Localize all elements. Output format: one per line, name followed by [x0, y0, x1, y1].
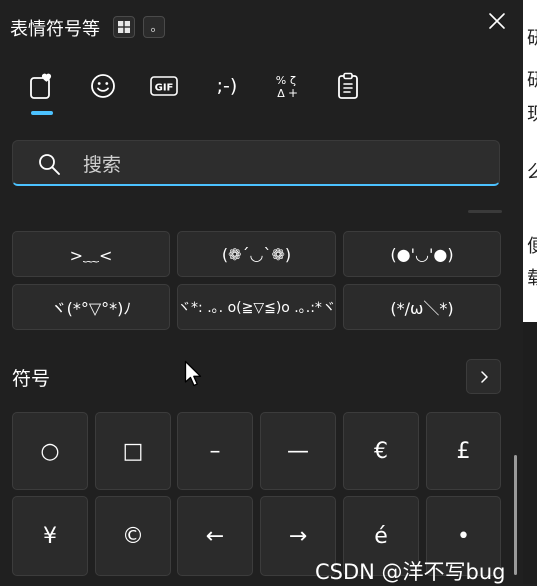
smiley-icon: [91, 74, 115, 98]
svg-text:GIF: GIF: [155, 83, 174, 94]
kaomoji-item[interactable]: (*/ω＼*): [343, 284, 501, 330]
tab-emoji[interactable]: [85, 70, 121, 102]
background-text: 研: [527, 28, 537, 49]
kaomoji-item[interactable]: >﹏<: [12, 231, 170, 277]
background-text: 便: [527, 236, 537, 257]
panel-title: 表情符号等: [10, 19, 100, 40]
background-text: 么: [527, 162, 537, 183]
heart-clipboard-icon: [30, 73, 52, 99]
period-key-hint: 。: [143, 16, 165, 38]
period-key-label: 。: [150, 20, 164, 35]
tab-favorites[interactable]: [24, 70, 60, 102]
tab-gif[interactable]: GIF: [146, 70, 182, 102]
active-tab-indicator: [31, 111, 53, 115]
symbol-item[interactable]: □: [95, 412, 171, 490]
symbol-item[interactable]: ←: [177, 496, 253, 576]
category-tabs: GIF ;-) % ζ Δ +: [0, 70, 523, 120]
symbol-item[interactable]: ○: [12, 412, 88, 490]
kaomoji-item[interactable]: (❁´◡`❁): [177, 231, 336, 277]
scrollbar-thumb[interactable]: [514, 455, 517, 575]
gif-icon: GIF: [150, 76, 178, 96]
emoji-panel: 表情符号等 。 GIF ;-) % ζ Δ + 搜索 >﹏< (❁´◡`❁) (…: [0, 0, 523, 584]
kaomoji-item[interactable]: (●'◡'●): [343, 231, 501, 277]
symbols-section-title: 符号: [12, 368, 51, 390]
background-text: 研: [527, 70, 537, 91]
close-icon: [489, 13, 505, 29]
kaomoji-item[interactable]: ヾ(*°▽°*)ﾉ: [12, 284, 170, 330]
background-text: 载: [527, 268, 537, 289]
symbol-item[interactable]: —: [260, 412, 336, 490]
clipboard-icon: [338, 72, 358, 99]
windows-logo-icon: [118, 21, 130, 33]
close-button[interactable]: [484, 8, 510, 34]
symbol-item[interactable]: ¥: [12, 496, 88, 576]
svg-text:%: %: [276, 74, 286, 87]
mouse-cursor-icon: [184, 360, 202, 387]
symbol-item[interactable]: –: [177, 412, 253, 490]
symbol-item[interactable]: ©: [95, 496, 171, 576]
symbol-item[interactable]: €: [343, 412, 419, 490]
search-input[interactable]: [81, 151, 485, 179]
background-code-area: [523, 322, 537, 584]
background-text: 现: [527, 104, 537, 125]
chevron-right-icon: [480, 370, 488, 383]
search-box[interactable]: [12, 140, 500, 186]
symbols-icon: % ζ Δ +: [276, 74, 298, 99]
kaomoji-item[interactable]: ヾ*: .｡. o(≧▽≦)o .｡.:*ヾ: [177, 284, 336, 330]
content-scroll-hint: [468, 210, 502, 213]
search-icon: [39, 154, 60, 175]
tab-clipboard[interactable]: [330, 70, 366, 102]
symbol-item[interactable]: £: [426, 412, 501, 490]
kaomoji-icon: ;-): [216, 75, 238, 97]
tab-symbols[interactable]: % ζ Δ +: [269, 70, 305, 102]
svg-text:Δ: Δ: [277, 87, 285, 99]
see-more-symbols-button[interactable]: [466, 359, 501, 394]
watermark-text: CSDN @洋不写bug: [315, 560, 506, 584]
tab-kaomoji[interactable]: ;-): [207, 70, 247, 102]
svg-text:+: +: [288, 86, 298, 99]
windows-key-hint: [113, 16, 135, 38]
